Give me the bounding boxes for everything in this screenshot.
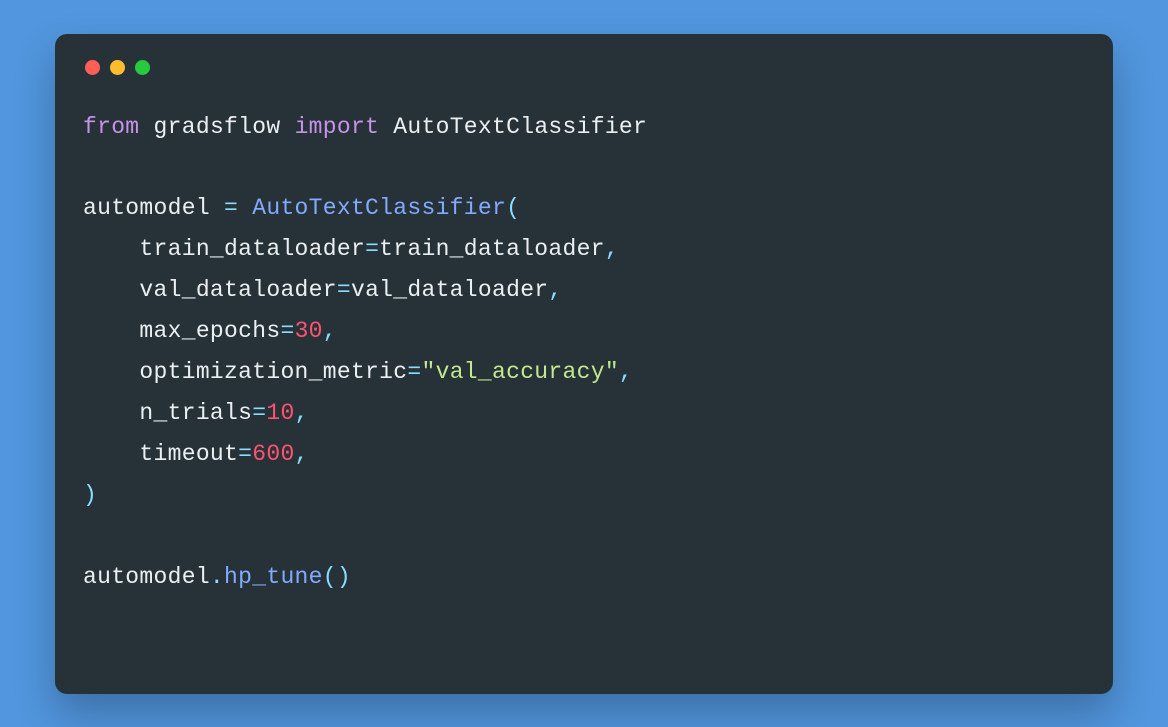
object-ref: automodel (83, 564, 210, 590)
comma: , (548, 277, 562, 303)
close-paren: ) (83, 482, 97, 508)
window-titlebar (83, 58, 1085, 85)
zoom-icon[interactable] (135, 60, 150, 75)
kwarg-value: "val_accuracy" (421, 359, 618, 385)
import-symbol: AutoTextClassifier (393, 114, 647, 140)
method-call: hp_tune (224, 564, 323, 590)
equals: = (407, 359, 421, 385)
kwarg-name: train_dataloader (139, 236, 365, 262)
kwarg-value: 600 (252, 441, 294, 467)
equals: = (337, 277, 351, 303)
kwarg-name: optimization_metric (139, 359, 407, 385)
comma: , (295, 441, 309, 467)
kwarg-value: val_dataloader (351, 277, 548, 303)
equals: = (252, 400, 266, 426)
indent (83, 277, 139, 303)
kwarg-name: max_epochs (139, 318, 280, 344)
indent (83, 359, 139, 385)
minimize-icon[interactable] (110, 60, 125, 75)
comma: , (323, 318, 337, 344)
call-parens: () (323, 564, 351, 590)
comma: , (605, 236, 619, 262)
module-name: gradsflow (154, 114, 281, 140)
indent (83, 318, 139, 344)
comma: , (619, 359, 633, 385)
open-paren: ( (506, 195, 520, 221)
equals: = (280, 318, 294, 344)
indent (83, 400, 139, 426)
indent (83, 441, 139, 467)
class-call: AutoTextClassifier (252, 195, 506, 221)
var-automodel: automodel (83, 195, 210, 221)
kwarg-name: n_trials (139, 400, 252, 426)
kwarg-value: 30 (295, 318, 323, 344)
equals: = (238, 441, 252, 467)
kwarg-name: val_dataloader (139, 277, 336, 303)
close-icon[interactable] (85, 60, 100, 75)
kwarg-name: timeout (139, 441, 238, 467)
kwarg-value: train_dataloader (379, 236, 605, 262)
indent (83, 236, 139, 262)
dot-op: . (210, 564, 224, 590)
assign-op: = (210, 195, 252, 221)
code-window: from gradsflow import AutoTextClassifier… (55, 34, 1113, 694)
comma: , (295, 400, 309, 426)
equals: = (365, 236, 379, 262)
code-block: from gradsflow import AutoTextClassifier… (83, 107, 1085, 598)
keyword-from: from (83, 114, 139, 140)
keyword-import: import (295, 114, 380, 140)
kwarg-value: 10 (266, 400, 294, 426)
